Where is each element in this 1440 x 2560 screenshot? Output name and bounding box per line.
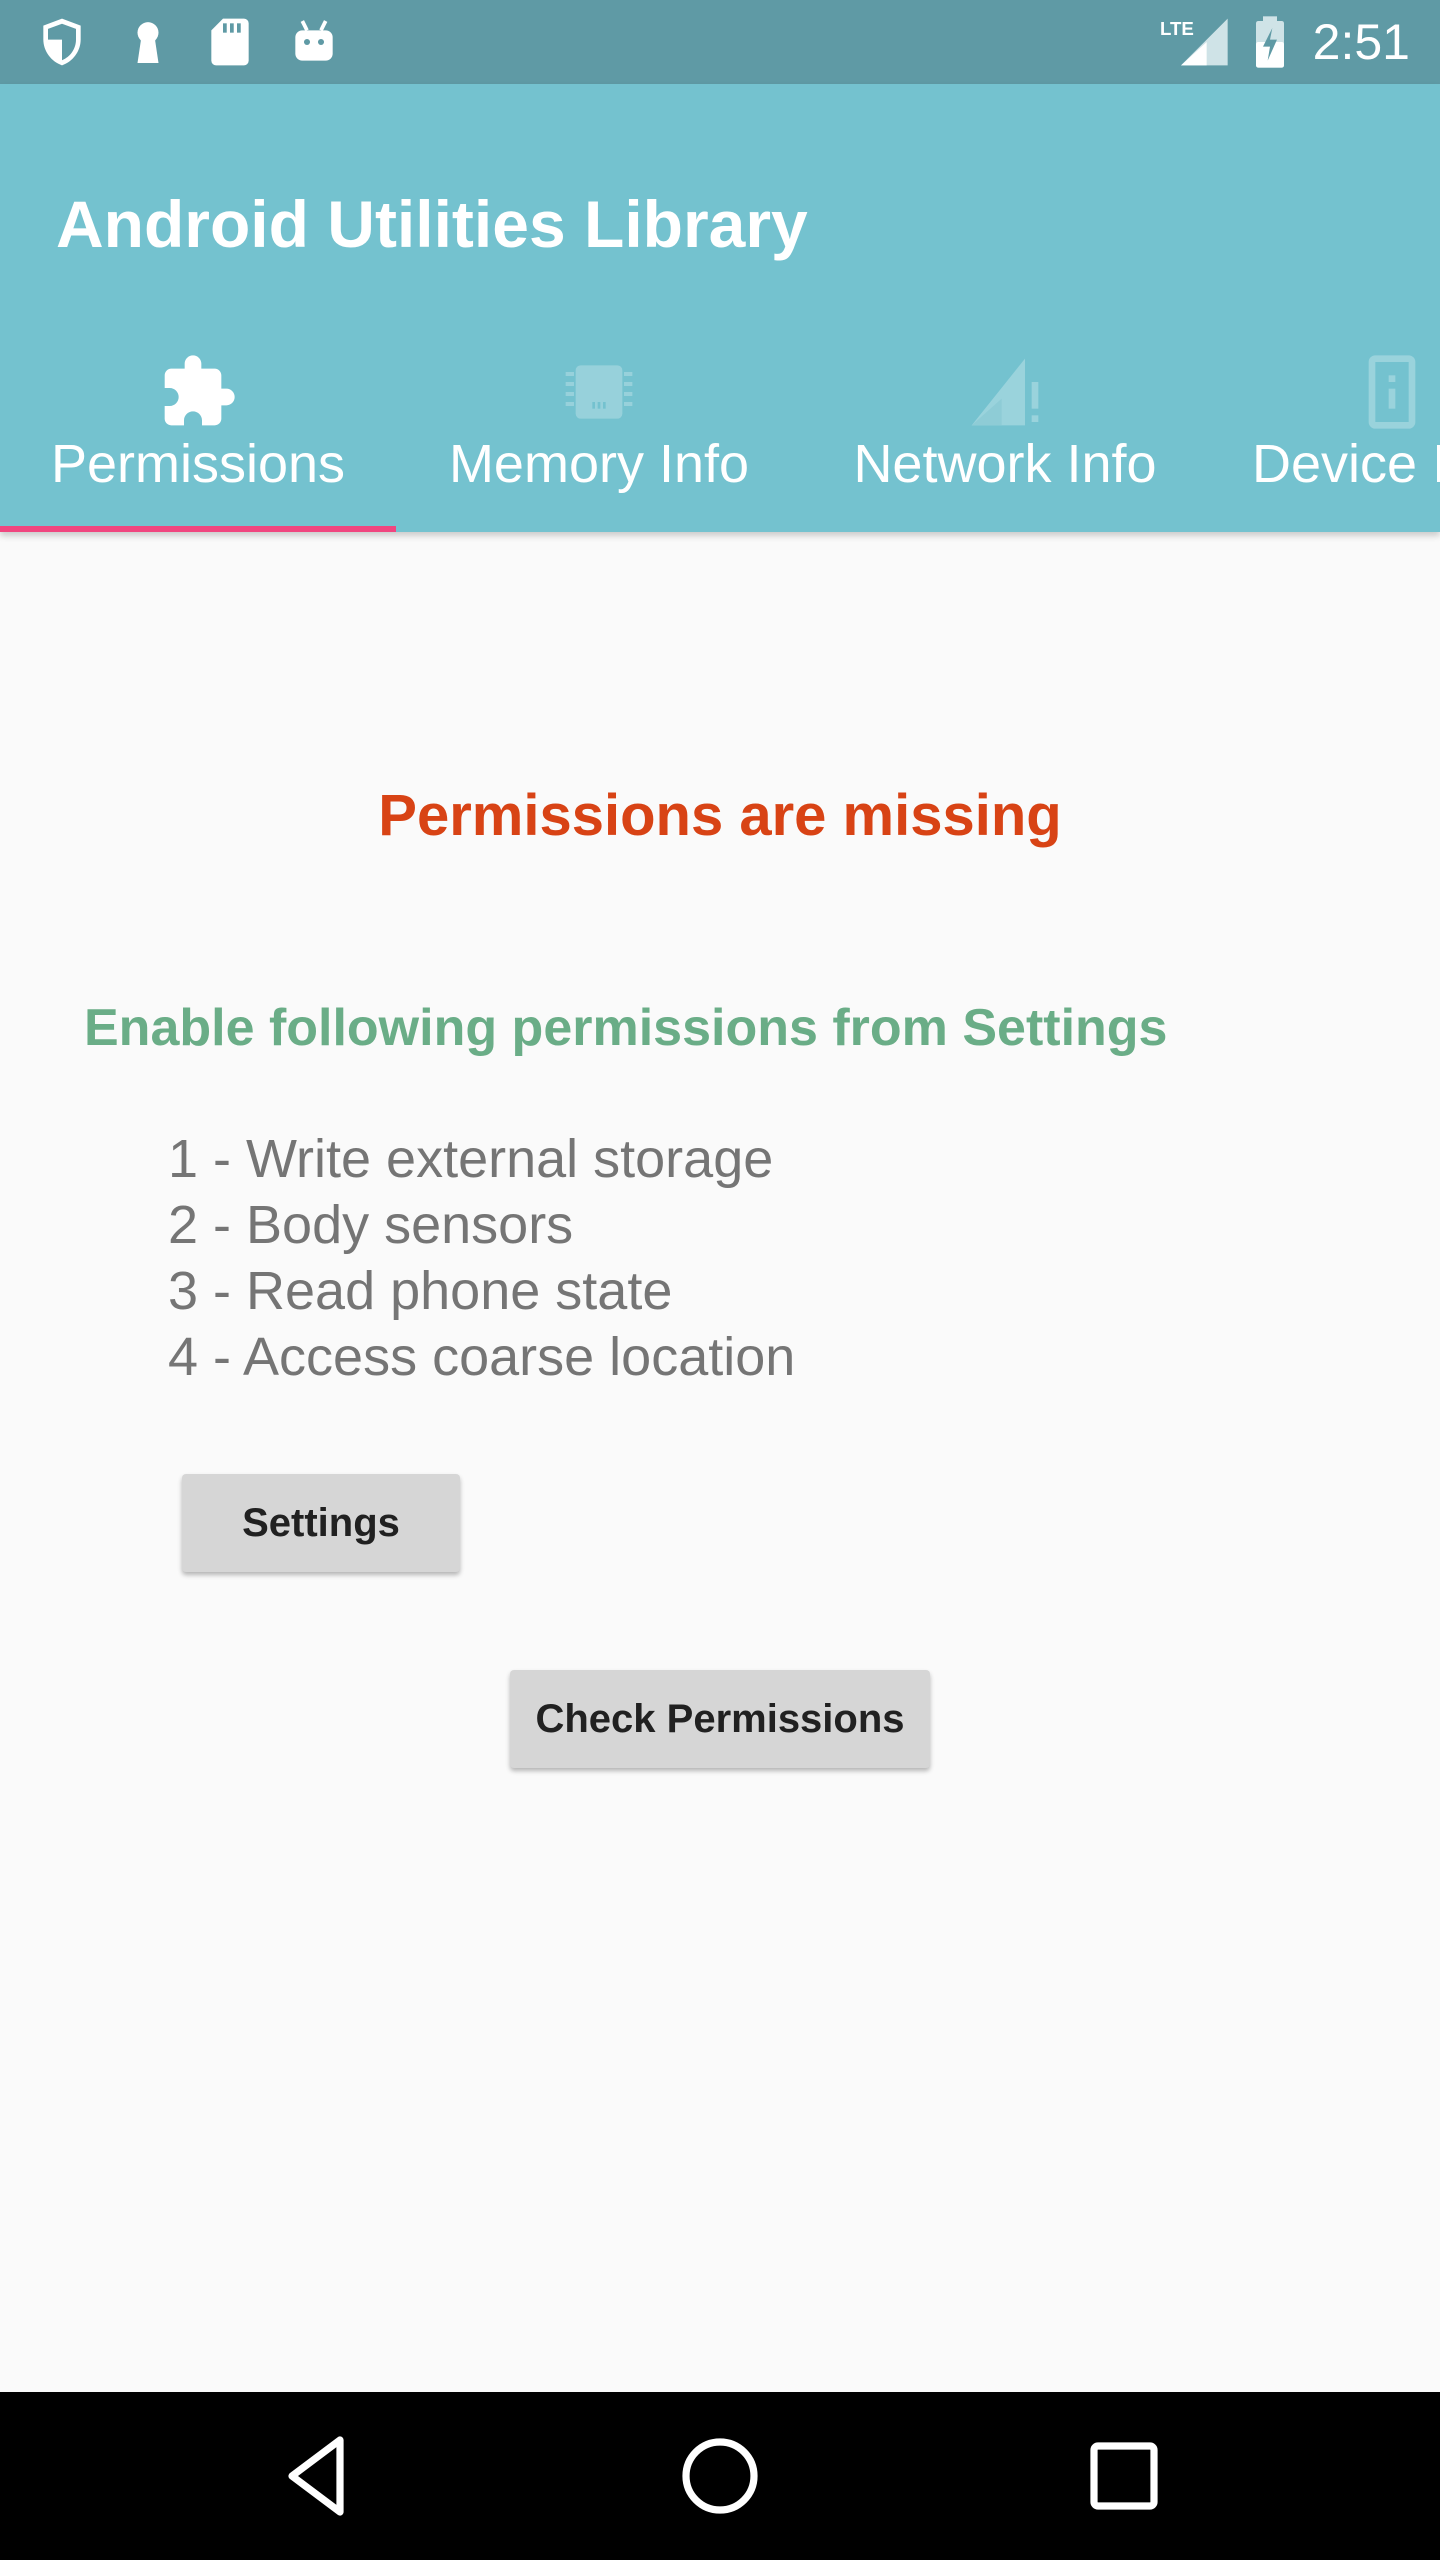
tab-label: Permissions	[50, 434, 346, 494]
recents-icon[interactable]	[1076, 2428, 1172, 2524]
sd-card-icon	[202, 14, 258, 70]
tab-permissions[interactable]: Permissions	[0, 284, 396, 532]
app-title: Android Utilities Library	[56, 187, 808, 261]
permissions-panel: Permissions are missing Enable following…	[0, 532, 1440, 2392]
list-item: 4 - Access coarse location	[168, 1327, 796, 1387]
enable-instructions: Enable following permissions from Settin…	[84, 999, 1168, 1057]
home-icon[interactable]	[672, 2428, 768, 2524]
tab-bar: Permissions Memory Info Network Info Dev…	[0, 284, 1440, 532]
missing-permissions-title: Permissions are missing	[378, 783, 1062, 848]
puzzle-icon	[158, 352, 238, 432]
tab-label: Memory Info	[448, 434, 750, 494]
list-item: 2 - Body sensors	[168, 1195, 574, 1255]
memory-chip-icon	[559, 352, 639, 432]
battery-charging-icon	[1248, 14, 1292, 70]
check-permissions-button[interactable]: Check Permissions	[510, 1670, 930, 1768]
settings-button[interactable]: Settings	[182, 1474, 460, 1572]
tab-network-info[interactable]: Network Info	[802, 284, 1208, 532]
status-time: 2:51	[1312, 14, 1410, 70]
tab-memory-info[interactable]: Memory Info	[396, 284, 802, 532]
back-icon[interactable]	[268, 2428, 364, 2524]
signal-alert-icon	[965, 352, 1045, 432]
shield-icon	[34, 14, 90, 70]
list-item: 1 - Write external storage	[168, 1129, 774, 1189]
status-bar: LTE 2:51	[0, 0, 1440, 84]
tab-device-info[interactable]: Device Info	[1208, 284, 1440, 532]
app-bar: Android Utilities Library Permissions Me…	[0, 84, 1440, 532]
tab-label: Device Info	[1252, 434, 1440, 494]
list-item: 3 - Read phone state	[168, 1261, 673, 1321]
navigation-bar	[0, 2392, 1440, 2560]
permission-list: 1 - Write external storage 2 - Body sens…	[168, 1126, 795, 1390]
lte-signal-icon: LTE	[1160, 14, 1230, 70]
device-icon	[1352, 352, 1432, 432]
svg-text:LTE: LTE	[1160, 18, 1194, 39]
keyhole-icon	[120, 14, 176, 70]
android-icon	[286, 14, 342, 70]
tab-label: Network Info	[853, 434, 1157, 494]
